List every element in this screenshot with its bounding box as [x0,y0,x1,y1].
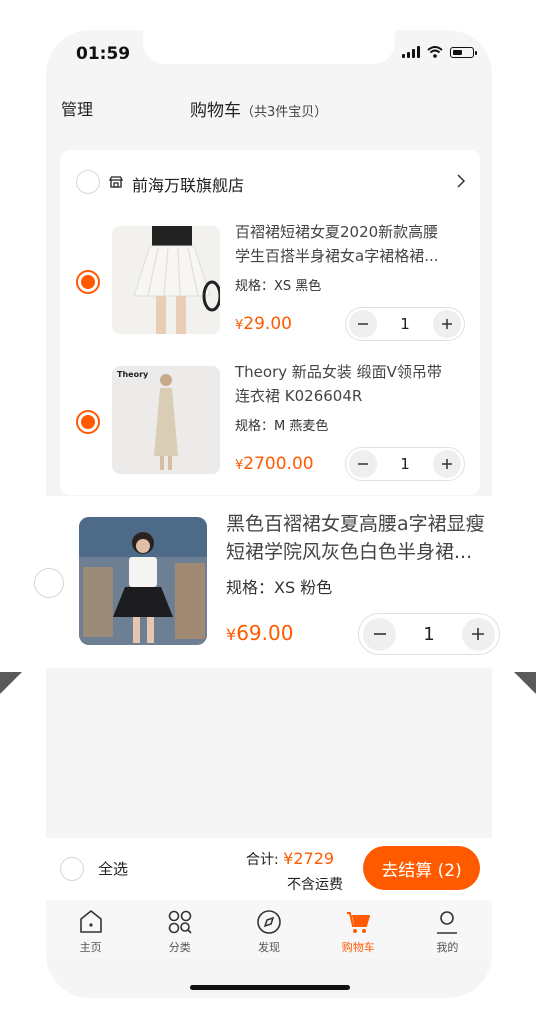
item-checkbox[interactable] [76,410,100,434]
compass-icon [257,910,281,934]
select-all-checkbox[interactable] [60,857,84,881]
item-checkbox[interactable] [76,270,100,294]
plus-icon [441,459,452,469]
minus-icon [373,633,386,635]
product-title-line: Theory 新品女装 缎面V领吊带 [235,363,442,381]
status-icons [402,46,477,58]
decrease-button[interactable] [363,617,396,651]
total-price: 合计: ¥2729 [246,849,334,869]
home-indicator [190,985,350,990]
manage-button[interactable]: 管理 [61,96,93,120]
item-count: （共3件宝贝） [241,105,328,120]
skirt-photo-image [79,517,207,645]
product-title[interactable]: 黑色百褶裙女夏高腰a字裙显瘦 短裙学院风灰色白色半身裙... [226,510,522,566]
decrease-button[interactable] [349,310,377,338]
shop-icon [109,176,123,188]
currency-symbol: ¥ [226,625,237,644]
increase-button[interactable] [432,310,461,338]
minus-icon [358,323,368,325]
product-image[interactable]: Theory [112,366,220,474]
notch [143,30,395,64]
product-price: ¥69.00 [226,621,293,645]
plus-icon [441,319,452,329]
dragged-cart-item[interactable]: 黑色百褶裙女夏高腰a字裙显瘦 短裙学院风灰色白色半身裙... 规格：XS 粉色 … [10,496,526,668]
product-title-line: 连衣裙 K026604R [235,387,363,405]
battery-icon [450,46,477,58]
quantity-value[interactable]: 1 [423,624,434,645]
tab-profile[interactable]: 我的 [403,900,492,958]
checkout-button[interactable]: 去结算 (2) [363,846,480,890]
skirt-image [112,226,220,334]
status-time: 01:59 [76,44,131,64]
price-value: 69.00 [236,621,294,645]
shop-checkbox[interactable] [76,170,100,194]
product-title-line: 黑色百褶裙女夏高腰a字裙显瘦 [226,513,485,535]
quantity-value[interactable]: 1 [400,315,410,333]
category-icon [168,910,192,934]
corner-mark-left [0,672,22,694]
price-value: 2700.00 [243,454,314,474]
product-title[interactable]: 百褶裙短裙女夏2020新款高腰 学生百搭半身裙女a字裙格裙... [235,220,475,268]
product-image[interactable] [112,226,220,334]
tab-bar: 主页 分类 发现 购物车 我的 [46,900,492,958]
product-spec[interactable]: 规格：M 燕麦色 [235,415,328,434]
home-icon [79,910,102,933]
corner-mark-right [514,672,536,694]
increase-button[interactable] [461,617,495,651]
tab-label: 购物车 [341,941,375,954]
cart-icon [347,912,371,933]
tab-cart[interactable]: 购物车 [314,900,403,958]
shop-name[interactable]: 前海万联旗舰店 [132,172,244,196]
tab-discover[interactable]: 发现 [224,900,313,958]
user-icon [437,911,458,934]
plus-icon [472,628,485,640]
minus-icon [358,463,368,465]
product-spec[interactable]: 规格：XS 粉色 [226,574,332,598]
product-title-line: 短裙学院风灰色白色半身裙... [226,541,473,563]
wifi-icon [427,46,443,58]
brand-label: Theory [117,370,149,379]
price-value: 29.00 [243,314,292,334]
tab-home[interactable]: 主页 [46,900,135,958]
product-title[interactable]: Theory 新品女装 缎面V领吊带 连衣裙 K026604R [235,360,475,408]
product-title-line: 百褶裙短裙女夏2020新款高腰 [235,223,439,241]
increase-button[interactable] [432,450,461,478]
item-checkbox[interactable] [34,568,64,598]
dress-image [112,366,220,474]
tab-label: 主页 [79,941,102,954]
shop-card: 前海万联旗舰店 百褶裙短裙女夏2020新款高腰 学生百搭半身裙女a字裙格裙...… [60,150,480,495]
tab-label: 我的 [436,941,459,954]
quantity-stepper: 1 [345,447,465,481]
total-label: 合计: [246,852,279,868]
select-all-label[interactable]: 全选 [98,858,128,879]
freight-note: 不含运费 [287,877,343,893]
quantity-stepper: 1 [345,307,465,341]
signal-icon [402,46,420,58]
decrease-button[interactable] [349,450,377,478]
product-price: ¥29.00 [235,314,292,334]
product-title-line: 学生百搭半身裙女a字裙格裙... [235,247,439,265]
checkout-bar: 全选 合计: ¥2729 不含运费 去结算 (2) [46,838,492,900]
page-title-text: 购物车 [190,101,241,121]
tab-label: 发现 [258,941,280,954]
quantity-stepper: 1 [358,613,500,655]
tab-label: 分类 [168,941,191,954]
tab-category[interactable]: 分类 [135,900,224,958]
chevron-right-icon[interactable] [454,174,468,188]
product-spec[interactable]: 规格：XS 黑色 [235,275,321,294]
total-value: ¥2729 [283,849,335,868]
page-title: 购物车（共3件宝贝） [190,96,327,121]
product-price: ¥2700.00 [235,454,314,474]
product-image[interactable] [79,517,207,645]
quantity-value[interactable]: 1 [400,455,410,473]
